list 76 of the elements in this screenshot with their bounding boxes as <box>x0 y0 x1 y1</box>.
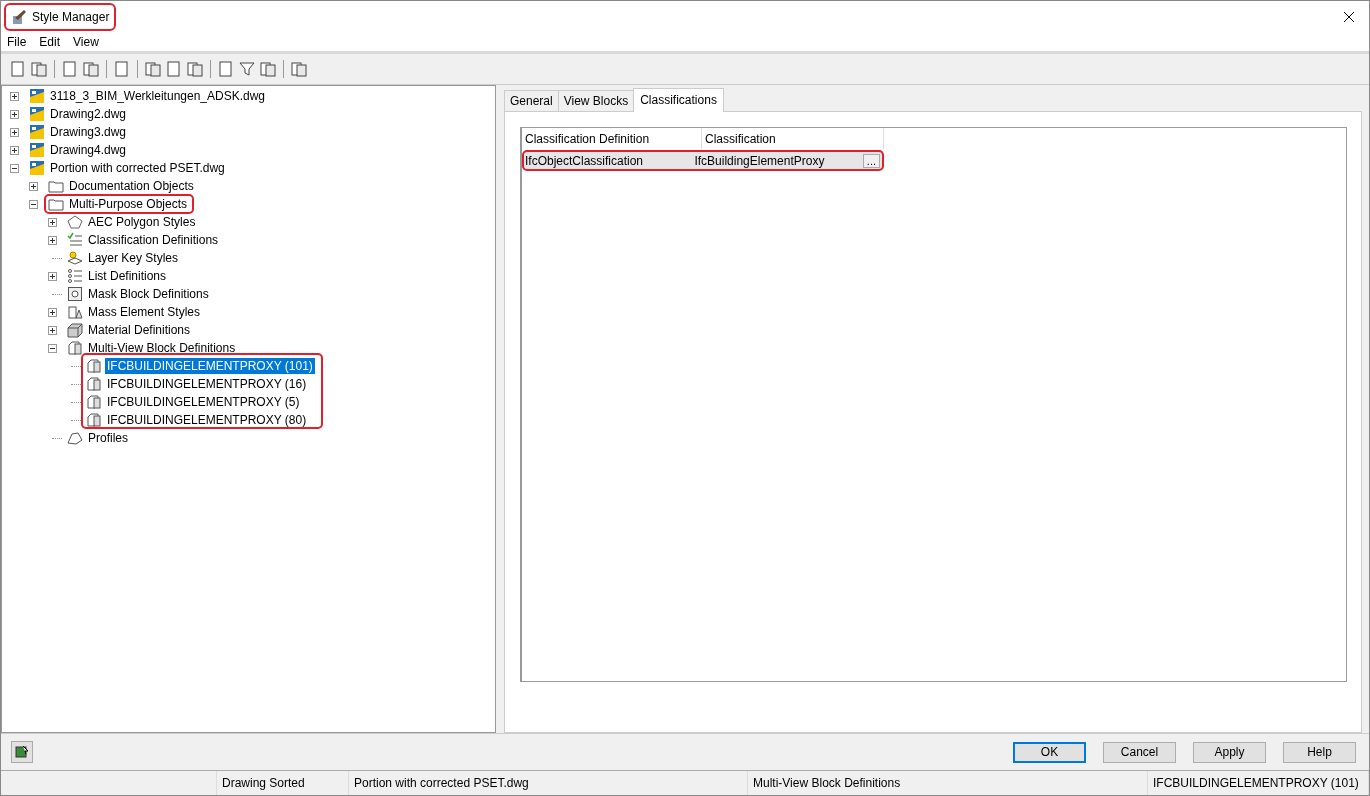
profile-shape-icon <box>67 430 83 446</box>
browse-button[interactable]: ... <box>862 153 880 168</box>
tab[interactable]: Classifications <box>633 88 724 112</box>
status-text: IFCBUILDINGELEMENTPROXY (101) <box>1148 771 1369 795</box>
tree-item[interactable]: 3118_3_BIM_Werkleitungen_ADSK.dwg <box>48 88 268 104</box>
tree-item[interactable]: List Definitions <box>86 268 169 284</box>
block-icon <box>67 340 83 356</box>
expand-icon[interactable] <box>48 217 57 227</box>
collapse-icon[interactable] <box>29 199 38 209</box>
drawing-file-icon <box>29 106 45 122</box>
filter-icon[interactable] <box>238 60 256 78</box>
drawing-file-icon <box>29 142 45 158</box>
expand-icon[interactable] <box>48 307 57 317</box>
tree-item[interactable]: IFCBUILDINGELEMENTPROXY (101) <box>105 358 315 374</box>
list-icon <box>67 268 83 284</box>
expand-icon[interactable] <box>10 91 19 101</box>
key-layers-icon <box>67 250 83 266</box>
new-document-icon[interactable] <box>9 60 27 78</box>
tree-item[interactable]: Drawing4.dwg <box>48 142 129 158</box>
column-header[interactable]: Classification <box>702 128 884 149</box>
window-switch-icon[interactable] <box>11 741 33 763</box>
tree-item[interactable]: AEC Polygon Styles <box>86 214 198 230</box>
block-icon <box>86 394 102 410</box>
status-text: Multi-View Block Definitions <box>748 771 1148 795</box>
menu-item[interactable]: View <box>73 34 99 49</box>
collapse-icon[interactable] <box>48 343 57 353</box>
window-title: Style Manager <box>32 9 110 24</box>
folder-icon <box>48 196 64 212</box>
expand-icon[interactable] <box>48 235 57 245</box>
drawing-file-icon <box>29 160 45 176</box>
tree-item[interactable]: Mass Element Styles <box>86 304 203 320</box>
tree-item[interactable]: Layer Key Styles <box>86 250 181 266</box>
folder-icon <box>48 178 64 194</box>
table-cell-text: IfcObjectClassification <box>524 153 645 168</box>
status-text: Portion with corrected PSET.dwg <box>349 771 748 795</box>
dialog-button[interactable]: Apply <box>1193 741 1266 763</box>
collapse-icon[interactable] <box>10 163 19 173</box>
status-text: Drawing Sorted <box>217 771 349 795</box>
tree-item[interactable]: Drawing2.dwg <box>48 106 129 122</box>
app-icon <box>11 8 27 25</box>
drawing-file-icon <box>29 88 45 104</box>
tree-item[interactable]: Mask Block Definitions <box>86 286 211 302</box>
dialog-button[interactable]: Help <box>1283 741 1356 763</box>
close-icon[interactable] <box>1343 10 1355 23</box>
tree-item[interactable]: Multi-View Block Definitions <box>86 340 238 356</box>
tree-item[interactable]: IFCBUILDINGELEMENTPROXY (80) <box>105 412 309 428</box>
expand-icon[interactable] <box>29 181 38 191</box>
expand-icon[interactable] <box>48 271 57 281</box>
table-cell-text: IfcBuildingElementProxy <box>693 153 826 168</box>
tree-item[interactable]: IFCBUILDINGELEMENTPROXY (16) <box>105 376 309 392</box>
pentagon-icon <box>67 214 83 230</box>
dialog-button[interactable]: OK <box>1013 741 1086 763</box>
column-header[interactable]: Classification Definition <box>522 128 702 149</box>
tree-item[interactable]: Drawing3.dwg <box>48 124 129 140</box>
checklist-icon <box>67 232 83 248</box>
tree-item[interactable]: Profiles <box>86 430 130 446</box>
mass-element-icon <box>67 304 83 320</box>
expand-icon[interactable] <box>10 127 19 137</box>
tab[interactable]: General <box>504 90 559 111</box>
drawing-file-icon <box>29 124 45 140</box>
tree-item[interactable]: Material Definitions <box>86 322 193 338</box>
tree-item[interactable]: IFCBUILDINGELEMENTPROXY (5) <box>105 394 302 410</box>
tree-item[interactable]: Portion with corrected PSET.dwg <box>48 160 227 176</box>
expand-icon[interactable] <box>10 145 19 155</box>
menu-item[interactable]: Edit <box>39 34 61 49</box>
menu-item[interactable]: File <box>7 34 27 49</box>
block-icon <box>86 358 102 374</box>
block-icon <box>86 412 102 428</box>
dialog-button[interactable]: Cancel <box>1103 741 1176 763</box>
block-icon <box>86 376 102 392</box>
mask-block-icon <box>67 286 83 302</box>
tree-item[interactable]: Classification Definitions <box>86 232 221 248</box>
expand-icon[interactable] <box>48 325 57 335</box>
tree-item[interactable]: Documentation Objects <box>67 178 196 194</box>
cube-icon <box>67 322 83 338</box>
expand-icon[interactable] <box>10 109 19 119</box>
